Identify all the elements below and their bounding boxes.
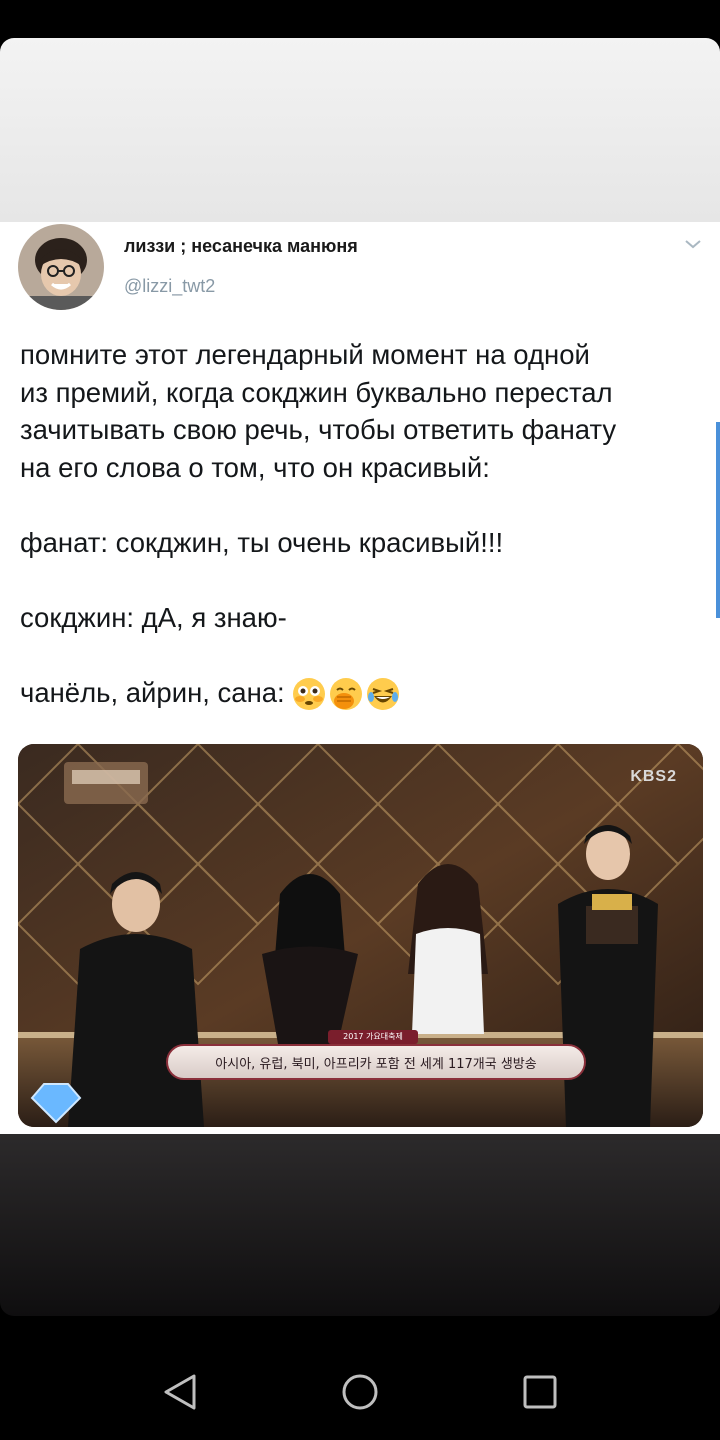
tweet-line: чанёль, айрин, сана: [20, 676, 285, 708]
face-with-hand-over-mouth-emoji [330, 678, 363, 711]
tweet-line: зачитывать свою речь, чтобы ответить фан… [20, 414, 617, 445]
handle[interactable]: @lizzi_twt2 [124, 276, 215, 297]
lower-panel [0, 1134, 720, 1316]
kbs2-watermark: KBS2 [630, 768, 677, 785]
ticker-badge: 2017 가요대축제 [328, 1030, 418, 1044]
rolling-on-floor-laughing-emoji [367, 678, 400, 711]
tweet-text: помните этот легендарный момент на одной… [20, 336, 710, 711]
home-icon[interactable] [340, 1372, 380, 1412]
scrollbar[interactable] [716, 422, 720, 618]
tweet-line: фанат: сокджин, ты очень красивый!!! [20, 526, 504, 558]
tweet-line: сокджин: дА, я знаю- [20, 601, 287, 633]
tweet-media-image[interactable]: KBS2 2017 가요대축제 아시아, 유럽, 북미, 아프리카 포함 전 세… [18, 744, 703, 1127]
tweet-line-emoji: чанёль, айрин, сана: [20, 674, 710, 712]
tweet-card[interactable]: лиззи ; несанечка манюня @lizzi_twt2 пом… [0, 222, 720, 1134]
tweet-line: из премий, когда сокджин буквально перес… [20, 376, 613, 408]
chevron-down-icon[interactable] [682, 236, 704, 252]
back-icon[interactable] [160, 1372, 200, 1412]
flushed-face-emoji [293, 678, 326, 711]
tweet-line: помните этот легендарный момент на одной [20, 339, 590, 370]
tweet-line: на его слова о том, что он красивый: [20, 451, 490, 483]
top-panel [0, 38, 720, 222]
emoji-row [292, 677, 400, 711]
screen: лиззи ; несанечка манюня @lizzi_twt2 пом… [0, 0, 720, 1440]
avatar[interactable] [18, 224, 104, 310]
recents-icon[interactable] [520, 1372, 560, 1412]
navigation-bar [0, 1340, 720, 1440]
ticker-banner: 아시아, 유럽, 북미, 아프리카 포함 전 세계 117개국 생방송 [166, 1044, 586, 1080]
display-name[interactable]: лиззи ; несанечка манюня [124, 236, 358, 257]
